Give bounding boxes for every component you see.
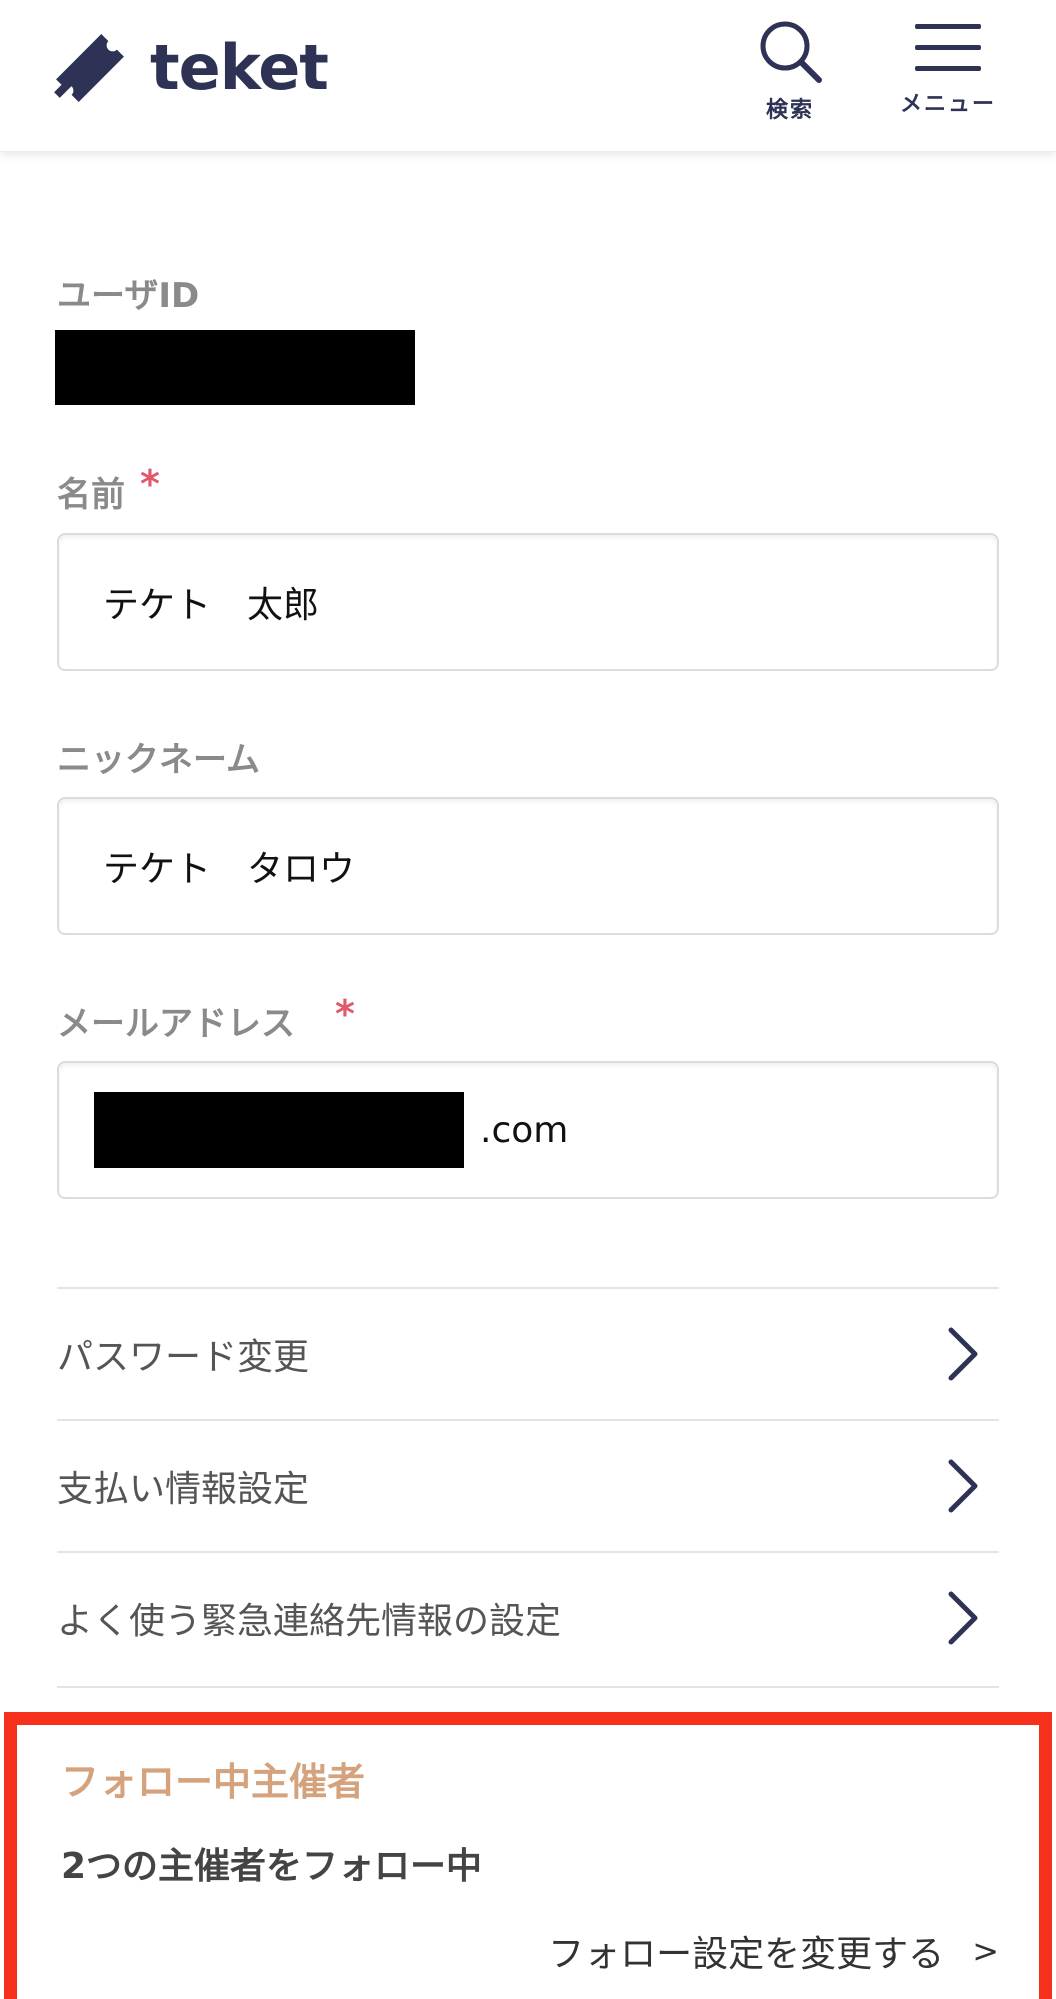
hamburger-menu-icon xyxy=(915,24,981,71)
change-follow-settings-link[interactable]: フォロー設定を変更する > xyxy=(548,1925,999,1977)
email-required-mark: * xyxy=(335,992,355,1036)
menu-label: メニュー xyxy=(899,92,996,117)
chevron-right-icon xyxy=(948,1327,978,1381)
chevron-right-icon xyxy=(948,1459,978,1513)
email-value-redacted xyxy=(94,1092,464,1168)
app-header: teket 検索 メニュー xyxy=(0,0,1056,152)
user-id-label: ユーザID xyxy=(57,276,200,316)
name-label-text: 名前 xyxy=(57,475,125,515)
nickname-input-value: テケト タロウ xyxy=(103,849,356,890)
menu-button[interactable]: メニュー xyxy=(893,18,1003,118)
payment-settings-link[interactable]: 支払い情報設定 xyxy=(57,1419,999,1551)
user-id-value-redacted xyxy=(55,330,415,405)
chevron-right-icon xyxy=(948,1591,978,1645)
search-icon xyxy=(760,21,822,83)
nickname-input[interactable]: テケト タロウ xyxy=(57,797,999,935)
chevron-right-icon: > xyxy=(972,1932,999,1970)
name-label: 名前 xyxy=(57,473,125,517)
email-input[interactable]: .com xyxy=(57,1061,999,1199)
following-organizers-section: フォロー中主催者 2つの主催者をフォロー中 フォロー設定を変更する > xyxy=(4,1712,1052,1999)
search-button[interactable]: 検索 xyxy=(750,18,830,124)
following-title: フォロー中主催者 xyxy=(61,1760,366,1804)
logo-text: teket xyxy=(150,31,329,104)
following-count: 2つの主催者をフォロー中 xyxy=(61,1846,483,1887)
name-input-value: テケト 太郎 xyxy=(103,585,320,626)
emergency-contact-link[interactable]: よく使う緊急連絡先情報の設定 xyxy=(57,1551,999,1683)
password-change-label: パスワード変更 xyxy=(57,1337,310,1378)
ticket-logo-icon xyxy=(54,34,124,102)
emergency-contact-label: よく使う緊急連絡先情報の設定 xyxy=(57,1601,562,1642)
divider xyxy=(57,1686,999,1688)
email-input-suffix: .com xyxy=(480,1109,569,1151)
name-required-mark: * xyxy=(140,462,160,506)
password-change-link[interactable]: パスワード変更 xyxy=(57,1287,999,1419)
search-label: 検索 xyxy=(765,98,814,123)
change-follow-settings-label: フォロー設定を変更する xyxy=(548,1934,945,1975)
payment-settings-label: 支払い情報設定 xyxy=(57,1469,310,1510)
email-label: メールアドレス xyxy=(57,1004,295,1044)
nickname-label: ニックネーム xyxy=(57,740,260,780)
name-input[interactable]: テケト 太郎 xyxy=(57,533,999,671)
teket-logo[interactable]: teket xyxy=(44,18,329,118)
